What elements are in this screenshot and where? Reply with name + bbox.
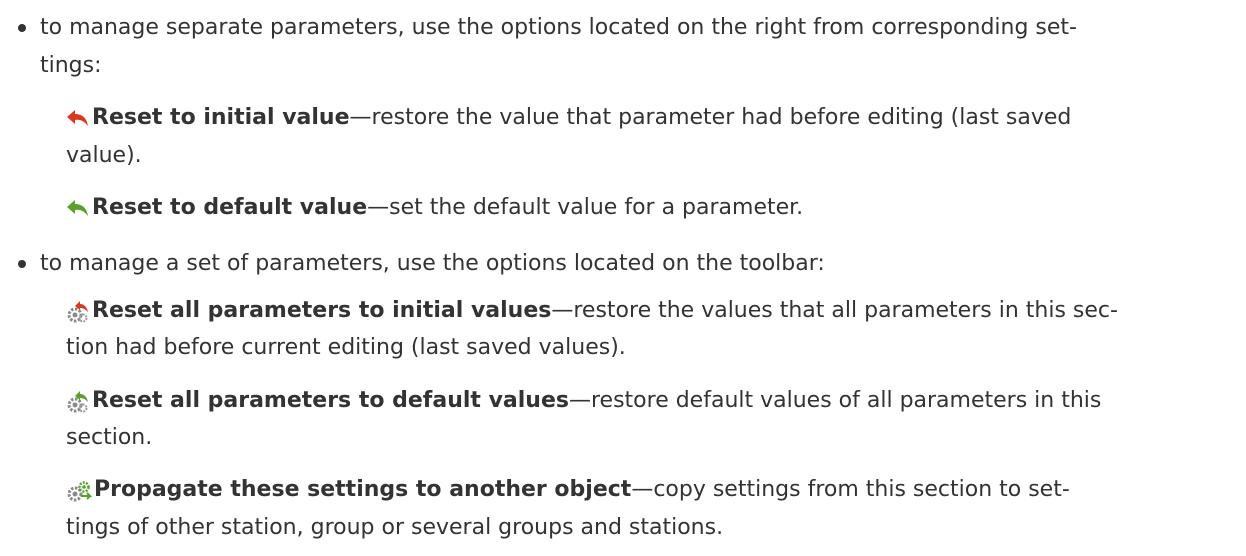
item-reset-all-default-title: Reset all parameters to default values [92, 388, 569, 413]
bullet-marker [18, 24, 26, 32]
bullet-marker [18, 260, 26, 268]
item-reset-all-default-line-2: section. [66, 425, 153, 450]
bullet-2-text-line-1: to manage a set of parameters, use the o… [40, 251, 825, 276]
item-propagate-desc: —copy settings from this section to set- [631, 477, 1070, 502]
item-reset-all-initial-title: Reset all parameters to initial values [92, 298, 552, 323]
item-propagate-line-1: Propagate these settings to another obje… [94, 475, 1070, 505]
item-propagate-title: Propagate these settings to another obje… [94, 477, 632, 502]
item-propagate-line-2: tings of other station, group or several… [66, 515, 724, 540]
gears-undo-red-icon [66, 300, 90, 323]
item-reset-initial-desc: —restore the value that parameter had be… [349, 105, 1072, 130]
gears-undo-green-icon [66, 390, 90, 413]
item-reset-all-initial-line-1: Reset all parameters to initial values—r… [92, 296, 1118, 326]
item-reset-all-initial-desc: —restore the values that all parameters … [551, 298, 1118, 323]
item-reset-default-title: Reset to default value [92, 195, 368, 220]
item-reset-initial-line-1: Reset to initial value—restore the value… [92, 103, 1071, 133]
gears-propagate-icon [66, 479, 92, 502]
undo-arrow-green-icon [66, 197, 90, 219]
item-reset-default-line-1: Reset to default value—set the default v… [92, 193, 803, 223]
item-reset-initial-title: Reset to initial value [92, 105, 350, 130]
item-reset-default-desc: —set the default value for a parameter. [367, 195, 804, 220]
item-reset-all-default-desc: —restore default values of all parameter… [568, 388, 1102, 413]
item-reset-all-default-line-1: Reset all parameters to default values—r… [92, 386, 1101, 416]
item-reset-initial-line-2: value). [66, 143, 142, 168]
item-reset-all-initial-line-2: tion had before current editing (last sa… [66, 335, 626, 360]
undo-arrow-red-icon [66, 107, 90, 129]
bullet-1-text-line-1: to manage separate parameters, use the o… [40, 15, 1077, 40]
bullet-1-text-line-2: tings: [40, 53, 102, 78]
